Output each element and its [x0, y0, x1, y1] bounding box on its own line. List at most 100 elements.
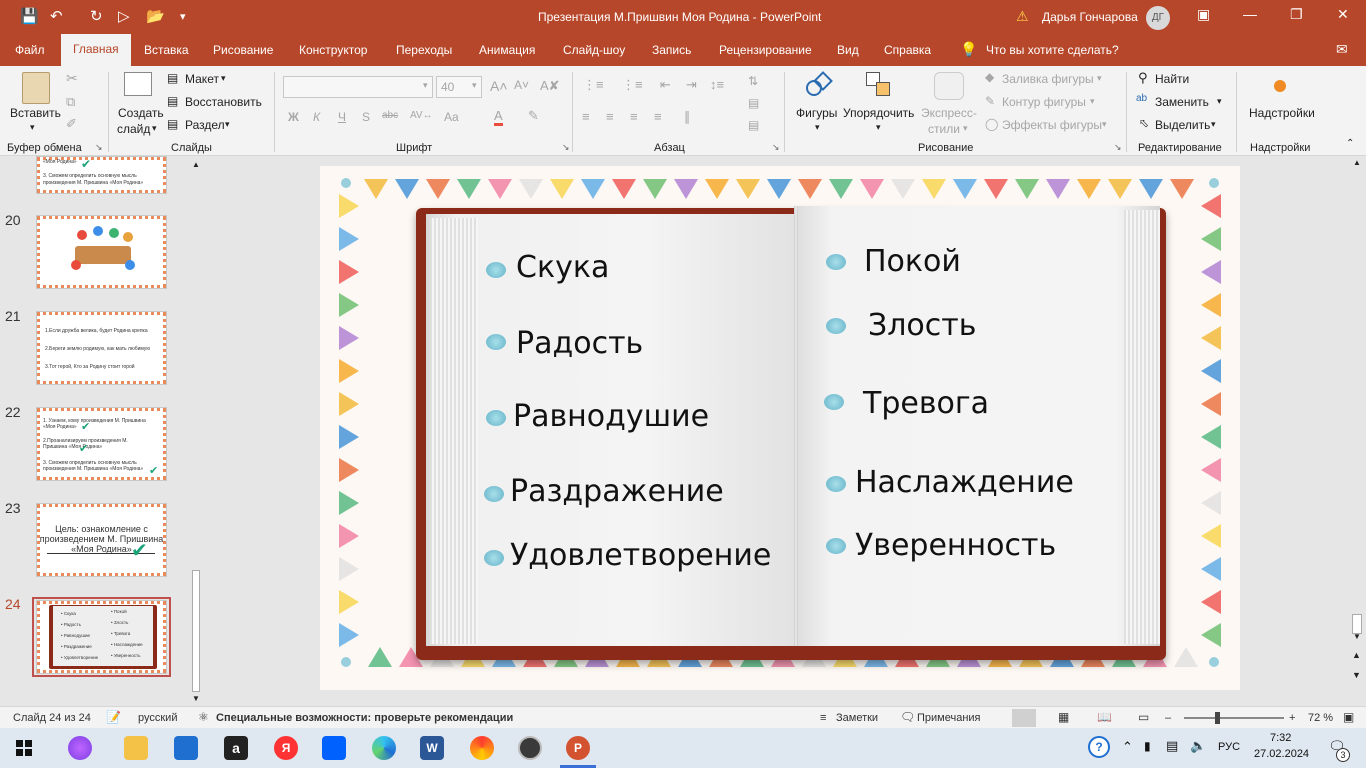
tab-file[interactable]: Файл	[15, 43, 45, 57]
help-icon[interactable]: ?	[1088, 736, 1110, 758]
smartart-icon[interactable]: ▤	[748, 118, 759, 132]
replace-button[interactable]: Заменить	[1155, 95, 1209, 109]
decrease-indent-icon[interactable]: ⇤	[660, 77, 671, 93]
word-icon[interactable]: W	[420, 736, 444, 760]
quick-styles-button[interactable]: Экспресс-	[921, 106, 977, 120]
scroll-down-icon[interactable]: ▼	[192, 694, 200, 703]
quick-styles-dropdown-icon[interactable]: ▾	[963, 123, 968, 134]
layout-button[interactable]: Макет	[185, 72, 219, 86]
font-size-dropdown-icon[interactable]: ▾	[472, 80, 477, 91]
find-button[interactable]: Найти	[1155, 72, 1189, 86]
word-right-1[interactable]: Покой	[864, 244, 961, 279]
word-right-5[interactable]: Уверенность	[855, 528, 1056, 563]
share-icon[interactable]: ✉	[1336, 41, 1348, 58]
align-center-icon[interactable]: ≡	[606, 109, 614, 124]
redo-icon[interactable]: ↻	[90, 7, 103, 25]
shadow-button[interactable]: S	[362, 110, 370, 124]
scroll-down-icon[interactable]: ▼	[1353, 632, 1361, 641]
undo-icon[interactable]: ↶	[50, 7, 63, 25]
alice-assistant-icon[interactable]	[68, 736, 92, 760]
yandex-icon[interactable]	[470, 736, 494, 760]
user-name[interactable]: Дарья Гончарова	[1042, 10, 1138, 24]
tab-design[interactable]: Конструктор	[299, 43, 367, 57]
input-language[interactable]: РУС	[1218, 741, 1240, 753]
zoom-level[interactable]: 72 %	[1308, 712, 1333, 724]
font-color-icon[interactable]: A	[494, 108, 503, 126]
shape-effects-dropdown-icon[interactable]: ▾	[1102, 119, 1107, 130]
next-slide-icon[interactable]: ▼︎	[1352, 670, 1361, 680]
dropbox-icon[interactable]	[322, 736, 346, 760]
slide-thumbnail-23[interactable]: Цель: ознакомление с произведением М. Пр…	[36, 503, 167, 577]
zoom-out-icon[interactable]: –	[1165, 712, 1171, 724]
word-right-2[interactable]: Злость	[868, 308, 976, 343]
clipboard-launcher-icon[interactable]: ↘	[95, 142, 103, 153]
avatar[interactable]: ДГ	[1146, 6, 1170, 30]
slide-thumbnail-22[interactable]: 1. Узнаем, кому произведения М. Пришвина…	[36, 407, 167, 481]
paste-dropdown-icon[interactable]: ▾	[30, 122, 35, 133]
increase-indent-icon[interactable]: ⇥	[686, 77, 697, 93]
shape-effects-button[interactable]: Эффекты фигуры	[1002, 118, 1102, 132]
tab-transitions[interactable]: Переходы	[396, 43, 452, 57]
bullets-icon[interactable]: ⋮≡	[583, 77, 604, 93]
canvas-scrollbar[interactable]: ▲ ▼ ▲︎ ▼︎	[1348, 156, 1366, 706]
underline-button[interactable]: Ч	[338, 110, 346, 124]
windows-start-icon[interactable]	[16, 740, 32, 756]
mail-icon[interactable]	[174, 736, 198, 760]
text-direction-icon[interactable]: ⇅	[748, 74, 758, 88]
shapes-dropdown-icon[interactable]: ▾	[815, 122, 820, 133]
slide-thumbnail-20[interactable]	[36, 215, 167, 289]
amazon-icon[interactable]: a	[224, 736, 248, 760]
tab-slideshow[interactable]: Слайд-шоу	[563, 43, 625, 57]
tab-record[interactable]: Запись	[652, 43, 691, 57]
line-spacing-icon[interactable]: ↕≡	[710, 77, 724, 92]
copy-icon[interactable]: ⧉	[66, 94, 75, 110]
scroll-up-icon[interactable]: ▲	[1353, 158, 1361, 167]
show-hidden-icons-icon[interactable]: ⌃	[1122, 739, 1133, 755]
quick-styles-button-line2[interactable]: стили	[928, 122, 960, 136]
clock-time[interactable]: 7:32	[1270, 732, 1291, 744]
arrange-dropdown-icon[interactable]: ▾	[876, 122, 881, 133]
new-slide-icon[interactable]	[124, 72, 152, 96]
accessibility-icon[interactable]: ⚛	[198, 710, 209, 724]
language-indicator[interactable]: русский	[138, 712, 177, 724]
word-left-3[interactable]: Равнодушие	[513, 399, 709, 434]
drawing-launcher-icon[interactable]: ↘	[1114, 142, 1122, 153]
open-folder-icon[interactable]: 📂	[146, 7, 165, 25]
save-icon[interactable]: 💾	[20, 7, 39, 25]
reset-button[interactable]: Восстановить	[185, 95, 262, 109]
select-button[interactable]: Выделить	[1155, 118, 1210, 132]
tab-insert[interactable]: Вставка	[144, 43, 189, 57]
numbering-icon[interactable]: ⋮≡	[622, 77, 643, 93]
word-left-5[interactable]: Удовлетворение	[510, 538, 771, 573]
replace-dropdown-icon[interactable]: ▾	[1217, 96, 1222, 107]
minimize-icon[interactable]: —	[1243, 6, 1257, 22]
powerpoint-icon[interactable]: P	[566, 736, 590, 760]
word-left-4[interactable]: Раздражение	[510, 474, 724, 509]
scroll-thumb[interactable]	[192, 570, 200, 692]
highlight-icon[interactable]: ✎	[528, 108, 539, 124]
shape-outline-dropdown-icon[interactable]: ▾	[1090, 96, 1095, 107]
zoom-slider-handle[interactable]	[1215, 712, 1220, 724]
format-painter-icon[interactable]: ✐	[66, 116, 77, 132]
tab-review[interactable]: Рецензирование	[719, 43, 812, 57]
arrange-button[interactable]: Упорядочить	[843, 106, 914, 120]
normal-view-icon[interactable]	[1012, 709, 1036, 727]
customize-toolbar-icon[interactable]: ▾	[180, 10, 186, 23]
font-shrink-icon[interactable]: A˅	[514, 78, 529, 92]
bold-button[interactable]: Ж	[288, 110, 299, 124]
slide-sorter-icon[interactable]: ▦	[1058, 710, 1069, 724]
slide-thumbnail-24[interactable]: • Скука • Радость • Равнодушие • Раздражени…	[36, 600, 167, 674]
tab-animations[interactable]: Анимация	[479, 43, 535, 57]
paste-button[interactable]: Вставить	[10, 106, 61, 120]
slide-24[interactable]: Скука Радость Равнодушие Раздражение Удо…	[320, 166, 1240, 690]
slideshow-view-icon[interactable]: ▭	[1138, 710, 1149, 724]
align-right-icon[interactable]: ≡	[630, 109, 638, 124]
justify-icon[interactable]: ≡	[654, 109, 662, 124]
change-case-button[interactable]: Aa	[444, 110, 459, 124]
new-slide-button-line2[interactable]: слайд	[117, 122, 150, 136]
yandex-browser-icon[interactable]: Я	[274, 736, 298, 760]
quick-styles-icon[interactable]	[934, 72, 964, 100]
notes-button[interactable]: Заметки	[836, 712, 878, 724]
zoom-in-icon[interactable]: +	[1289, 712, 1295, 724]
shapes-icon[interactable]	[804, 71, 833, 100]
